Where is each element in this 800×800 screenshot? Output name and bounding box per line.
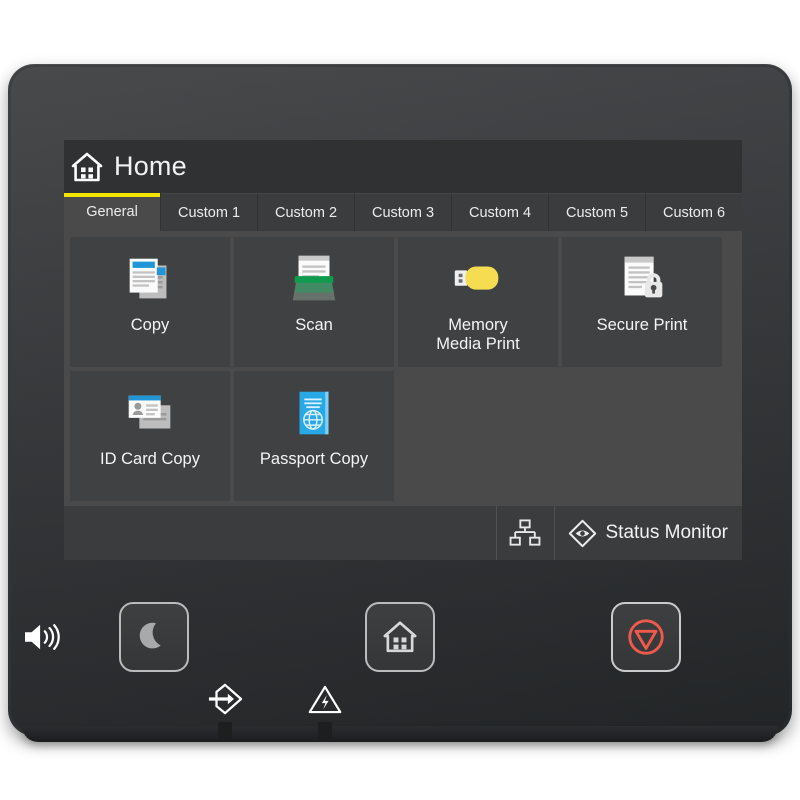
screen-header: Home (64, 140, 742, 193)
tile-label: Passport Copy (259, 450, 369, 468)
home-icon (381, 618, 419, 656)
app-tile-grid: Copy Scan Memory Media Print Secure Prin… (64, 231, 742, 506)
tab-label: Custom 6 (662, 204, 726, 221)
id-card-icon (119, 382, 181, 446)
speaker-indicator (20, 618, 64, 656)
tab-custom-1[interactable]: Custom 1 (161, 193, 258, 231)
sleep-key[interactable] (119, 602, 189, 672)
tile-empty-slot (398, 371, 558, 501)
status-monitor-label: Status Monitor (605, 522, 729, 543)
tile-label: Secure Print (596, 316, 688, 334)
speaker-volume-icon (21, 620, 63, 654)
panel-lip-tab-left (218, 722, 232, 742)
panel-lip-tab-right (318, 722, 332, 742)
stop-icon (625, 616, 667, 658)
tile-memory-media-print[interactable]: Memory Media Print (398, 237, 558, 367)
tile-id-card-copy[interactable]: ID Card Copy (70, 371, 230, 501)
tab-label: Custom 5 (565, 204, 629, 221)
home-key[interactable] (365, 602, 435, 672)
network-status-button[interactable] (495, 506, 554, 560)
network-tree-icon (509, 519, 541, 547)
tile-empty-slot (562, 371, 722, 501)
tile-passport-copy[interactable]: Passport Copy (234, 371, 394, 501)
data-indicator (205, 679, 245, 719)
tile-label: Scan (295, 316, 333, 334)
home-icon (70, 150, 104, 184)
touchscreen-display[interactable]: Home General Custom 1 Custom 2 Custom 3 … (64, 140, 742, 560)
moon-icon (135, 618, 173, 656)
tab-custom-5[interactable]: Custom 5 (549, 193, 646, 231)
tile-label: Memory Media Print (436, 316, 520, 353)
error-indicator (305, 679, 345, 719)
tab-custom-2[interactable]: Custom 2 (258, 193, 355, 231)
tab-custom-4[interactable]: Custom 4 (452, 193, 549, 231)
tile-label: Copy (130, 316, 170, 334)
tab-label: Custom 2 (274, 204, 338, 221)
status-monitor-diamond-icon (568, 519, 597, 548)
stop-key[interactable] (611, 602, 681, 672)
status-monitor-button[interactable]: Status Monitor (553, 506, 743, 560)
passport-book-icon (283, 382, 345, 446)
tab-label: General (86, 204, 138, 220)
usb-drive-icon (447, 248, 509, 312)
warning-triangle-icon (307, 683, 343, 716)
status-bar: Status Monitor (64, 506, 742, 560)
tab-bar[interactable]: General Custom 1 Custom 2 Custom 3 Custo… (64, 193, 742, 231)
tile-scan[interactable]: Scan (234, 237, 394, 367)
tab-label: Custom 3 (371, 204, 435, 221)
tile-secure-print[interactable]: Secure Print (562, 237, 722, 367)
copy-documents-icon (119, 248, 181, 312)
tab-label: Custom 4 (468, 204, 532, 221)
panel-bottom-lip (22, 726, 778, 742)
tab-custom-3[interactable]: Custom 3 (355, 193, 452, 231)
page-title: Home (114, 151, 187, 181)
tab-label: Custom 1 (177, 204, 241, 221)
tab-custom-6[interactable]: Custom 6 (646, 193, 742, 231)
document-lock-icon (611, 248, 673, 312)
scanner-icon (283, 248, 345, 312)
tab-general[interactable]: General (64, 193, 161, 231)
tile-label: ID Card Copy (100, 450, 200, 468)
data-arrow-icon (206, 682, 244, 716)
tile-copy[interactable]: Copy (70, 237, 230, 367)
